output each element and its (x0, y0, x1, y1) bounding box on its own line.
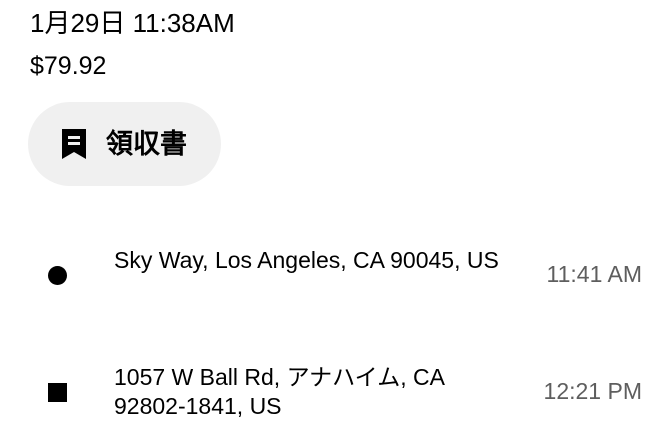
receipt-button[interactable]: 領収書 (28, 102, 221, 186)
pickup-address: Sky Way, Los Angeles, CA 90045, US (114, 247, 499, 273)
trip-fare: $79.92 (30, 52, 107, 80)
trip-datetime: 1月29日 11:38AM (30, 8, 235, 38)
dropoff-time: 12:21 PM (543, 378, 642, 404)
dropoff-address: 1057 W Ball Rd, アナハイム, CA 92802-1841, US (114, 364, 444, 419)
pickup-circle-icon (48, 266, 67, 285)
dropoff-stop-row: 1057 W Ball Rd, アナハイム, CA 92802-1841, US… (0, 357, 660, 427)
receipt-icon (62, 129, 86, 159)
receipt-button-label: 領収書 (106, 129, 187, 159)
pickup-time: 11:41 AM (546, 261, 642, 287)
pickup-stop-row: Sky Way, Los Angeles, CA 90045, US 11:41… (0, 240, 660, 310)
dropoff-square-icon (48, 383, 67, 402)
